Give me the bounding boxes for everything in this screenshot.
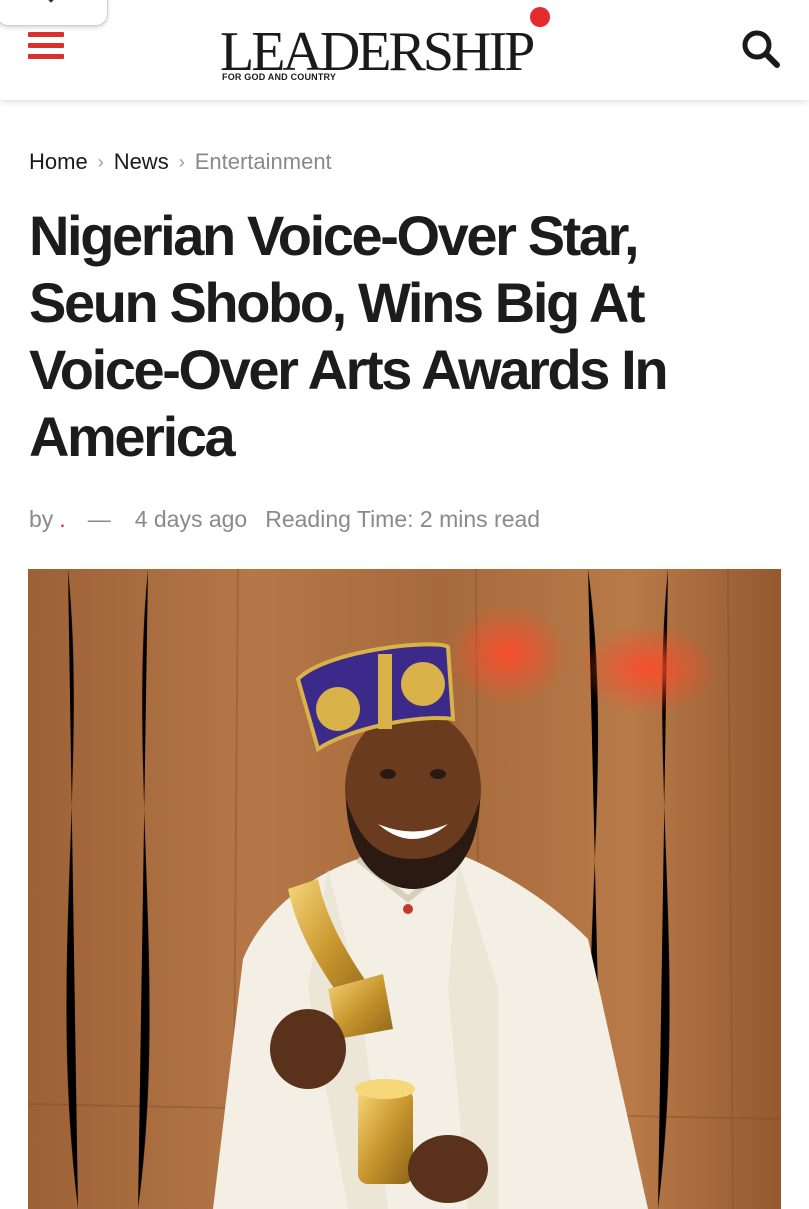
site-header: LEADERSHIP FOR GOD AND COUNTRY (0, 0, 809, 100)
search-icon[interactable] (740, 28, 782, 70)
meta-separator: — (87, 506, 111, 532)
close-icon (48, 0, 54, 3)
breadcrumb-news[interactable]: News (114, 149, 169, 174)
article-title: Nigerian Voice-Over Star, Seun Shobo, Wi… (29, 204, 669, 468)
chevron-right-icon: › (178, 152, 185, 172)
site-logo[interactable]: LEADERSHIP FOR GOD AND COUNTRY (218, 7, 598, 90)
hamburger-menu-icon[interactable] (28, 32, 64, 60)
author-link[interactable]: . (59, 506, 65, 532)
article-meta: by. — 4 days ago Reading Time: 2 mins read (29, 504, 540, 534)
chevron-right-icon: › (97, 152, 104, 172)
article-featured-image (28, 569, 781, 1209)
breadcrumb-home[interactable]: Home (29, 149, 88, 174)
byline-label: by (29, 506, 54, 532)
article-photo-illustration (28, 569, 781, 1209)
breadcrumb: Home › News › Entertainment (29, 148, 332, 177)
reading-time: Reading Time: 2 mins read (265, 506, 541, 532)
close-banner-button[interactable] (0, 0, 108, 26)
logo-dot (530, 7, 550, 27)
publish-time: 4 days ago (134, 506, 248, 532)
logo-tagline: FOR GOD AND COUNTRY (222, 72, 337, 82)
breadcrumb-entertainment[interactable]: Entertainment (195, 149, 332, 174)
